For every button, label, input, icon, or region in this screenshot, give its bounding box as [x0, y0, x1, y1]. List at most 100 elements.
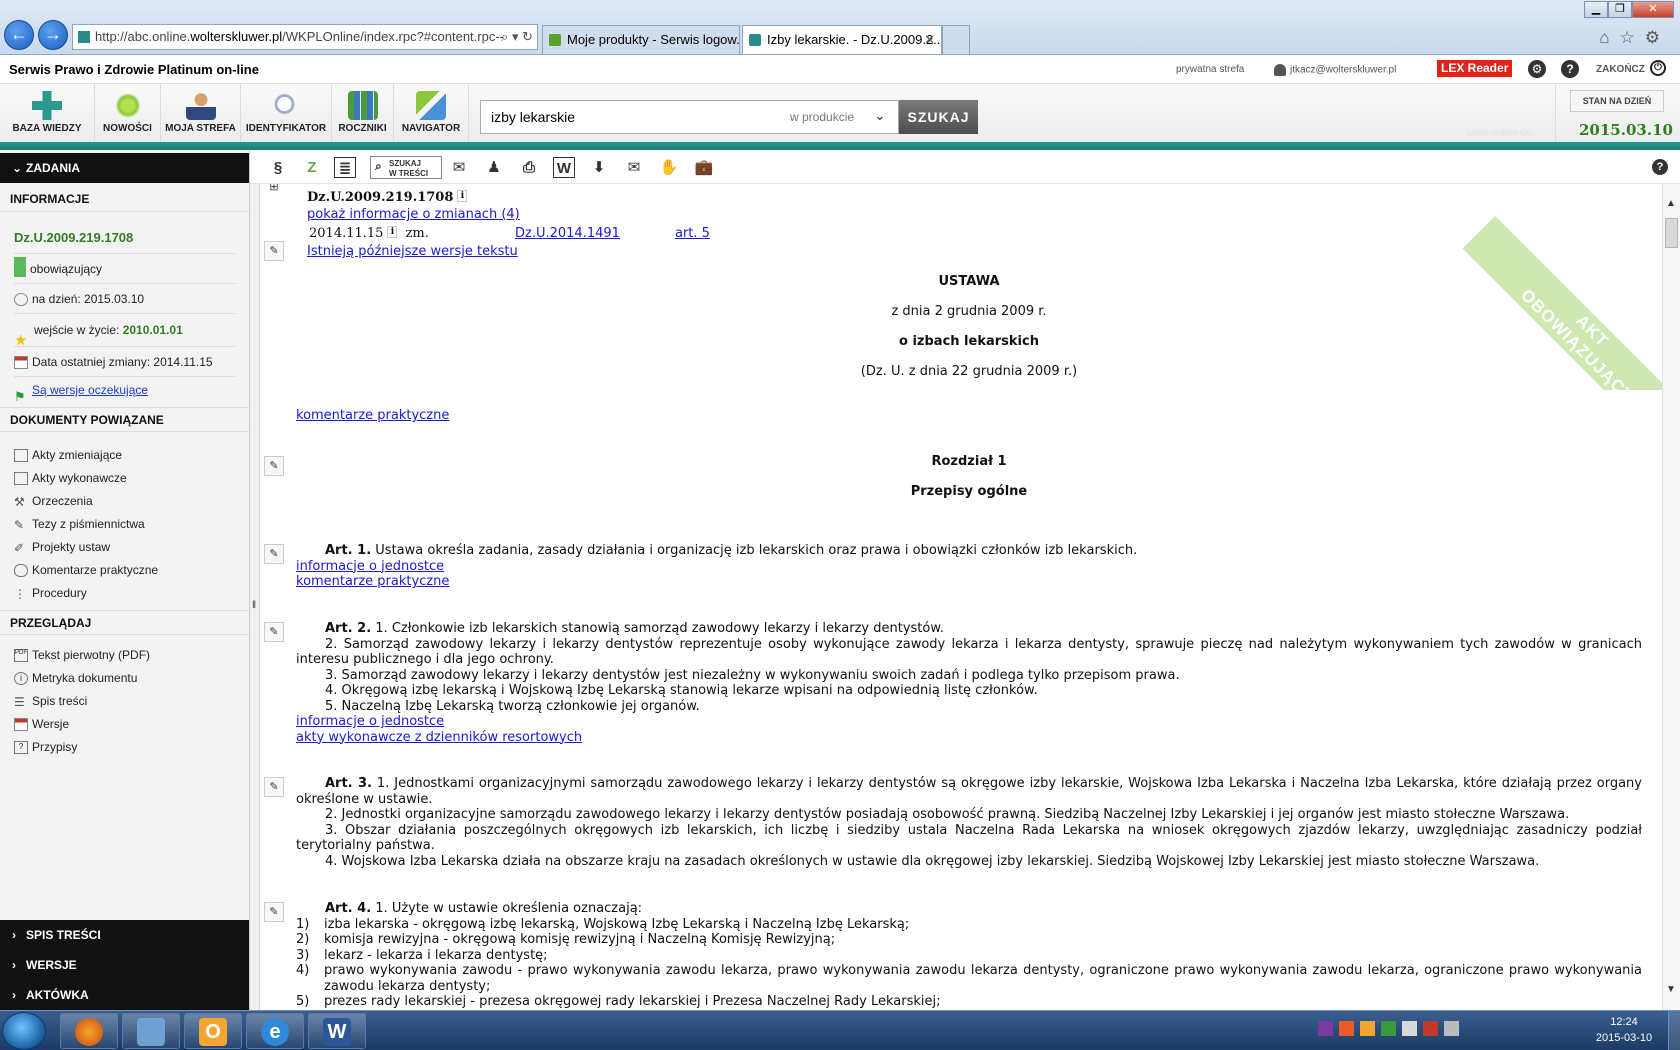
pending-versions-row[interactable]: ⚑ Są wersje oczekujące [14, 377, 236, 404]
maximize-icon[interactable]: ❐ [1608, 1, 1632, 18]
lex-reader-button[interactable]: LEX Reader [1437, 60, 1513, 77]
info-unit-link[interactable]: informacje o jednostce [296, 559, 444, 574]
power-icon[interactable]: ⏻ [1650, 60, 1666, 76]
annotate-icon[interactable]: ✎ [264, 241, 284, 261]
gear-icon[interactable]: ⚙ [1528, 60, 1546, 78]
close-icon[interactable]: ✕ [1632, 1, 1674, 18]
new-tab-button[interactable] [942, 25, 970, 54]
user-add-icon[interactable]: ♟ [483, 157, 505, 178]
identyfikator-button[interactable]: IDENTYFIKATOR [241, 84, 332, 142]
word-icon[interactable]: W [553, 157, 575, 178]
spis-tresci-panel[interactable]: › SPIS TREŚCI [0, 920, 249, 950]
scroll-thumb[interactable] [1665, 218, 1678, 248]
onenote-icon[interactable] [1318, 1021, 1333, 1036]
zadania-header[interactable]: ⌄ ZADANIA [0, 153, 249, 183]
network-icon[interactable] [1381, 1021, 1396, 1036]
sidebar-item-wersje[interactable]: Wersje [14, 717, 236, 732]
clock[interactable]: 12:24 2015-03-10 [1594, 1014, 1654, 1046]
favorites-icon[interactable]: ☆ [1620, 28, 1645, 47]
sidebar-item-akty-zmieniajace[interactable]: Akty zmieniające [14, 448, 236, 463]
download-icon[interactable]: ⬇ [588, 157, 610, 178]
paragraph-icon[interactable]: § [267, 157, 289, 178]
sidebar-item-procedury[interactable]: ⋮ Procedury [14, 586, 236, 601]
tab-izby-lekarskie[interactable]: Izby lekarskie. - Dz.U.2009.2... ✕ [742, 25, 942, 54]
taskbar-explorer[interactable] [122, 1013, 180, 1049]
search-input[interactable] [491, 107, 771, 127]
sidebar-item-akty-wykonawcze[interactable]: Akty wykonawcze [14, 471, 236, 486]
baza-wiedzy-button[interactable]: BAZA WIEDZY [0, 84, 95, 142]
annotate-icon[interactable]: ✎ [264, 777, 284, 797]
sidebar-item-metryka[interactable]: i Metryka dokumentu [14, 671, 236, 686]
resize-grip-icon[interactable]: ‖ [252, 600, 256, 611]
scroll-up-icon[interactable]: ▲ [1666, 198, 1676, 209]
sidebar-collapse-handle[interactable]: ◀ ‖ [250, 150, 260, 1010]
private-zone-link[interactable]: prywatna strefa [1176, 64, 1244, 75]
annotate-icon[interactable]: ✎ [264, 622, 284, 642]
info-icon[interactable]: i [457, 190, 468, 202]
volume-icon[interactable] [1402, 1021, 1417, 1036]
sidebar-item-tezy[interactable]: ✎ Tezy z piśmiennictwa [14, 517, 236, 532]
taskbar-word[interactable]: W [308, 1013, 366, 1049]
show-desktop-button[interactable] [1668, 1011, 1680, 1050]
show-changes-link[interactable]: pokaż informacje o zmianach (4) [307, 207, 520, 222]
scroll-down-icon[interactable]: ▼ [1666, 984, 1676, 995]
minimize-icon[interactable]: ▁ [1584, 1, 1608, 18]
sidebar-item-przypisy[interactable]: ? Przypisy [14, 740, 236, 755]
bookmark-add-icon[interactable]: ⊞ [264, 184, 284, 198]
sidebar-item-projekty[interactable]: ✐ Projekty ustaw [14, 540, 236, 555]
briefcase-icon[interactable]: 💼 [693, 157, 715, 178]
app-tray-icon[interactable] [1339, 1021, 1354, 1036]
home-icon[interactable]: ⌂ [1599, 28, 1619, 47]
moja-strefa-button[interactable]: MOJA STREFA [161, 84, 241, 142]
sidebar-item-orzeczenia[interactable]: ⚒ Orzeczenia [14, 494, 236, 509]
info-icon[interactable]: i [387, 226, 398, 238]
taskbar-outlook[interactable]: O [184, 1013, 242, 1049]
flag-tray-icon[interactable] [1444, 1021, 1459, 1036]
pending-versions-link[interactable]: Są wersje oczekujące [32, 383, 148, 397]
help-icon[interactable]: ? [1561, 60, 1579, 78]
commentary-link[interactable]: komentarze praktyczne [296, 574, 449, 589]
chevron-down-icon[interactable]: ⌄ [874, 107, 886, 124]
change-art-link[interactable]: art. 5 [675, 226, 710, 241]
date-button[interactable]: STAN NA DZIEŃ [1570, 90, 1664, 112]
start-button[interactable] [2, 1012, 46, 1050]
annotate-icon[interactable]: ✎ [264, 544, 284, 564]
annotate-icon[interactable]: ✎ [264, 902, 284, 922]
mail-icon[interactable]: ✉ [448, 157, 470, 178]
commentary-link[interactable]: komentarze praktyczne [296, 408, 449, 423]
search-in-text-button[interactable]: ⌕ SZUKAJ W TREŚCI [370, 156, 442, 179]
print-icon[interactable]: ⎙ [518, 157, 540, 178]
taskbar-firefox[interactable] [60, 1013, 118, 1049]
address-bar[interactable]: http://abc.online.wolterskluwer.pl/WKPLO… [72, 24, 538, 50]
info-unit-link[interactable]: informacje o jednostce [296, 714, 444, 729]
roczniki-button[interactable]: ROCZNIKI [332, 84, 394, 142]
email-send-icon[interactable]: ✉ [623, 157, 645, 178]
search-scope-select[interactable]: w produkcie [790, 110, 854, 124]
logout-link[interactable]: ZAKOŃCZ [1596, 64, 1645, 75]
nowosci-button[interactable]: NOWOŚCI [95, 84, 161, 142]
highlight-icon[interactable]: ✋ [658, 157, 680, 178]
user-link[interactable]: jtkacz@wolterskluwer.pl [1274, 64, 1396, 76]
forward-button[interactable]: → [38, 20, 68, 50]
settings-icon[interactable]: ⚙ [1645, 28, 1670, 47]
tab-close-icon[interactable]: ✕ [924, 26, 935, 54]
tab-moje-produkty[interactable]: Moje produkty - Serwis logow... [542, 25, 740, 54]
sidebar-item-komentarze[interactable]: Komentarze praktyczne [14, 563, 236, 578]
document-view-icon[interactable]: ≣ [334, 157, 356, 178]
exec-acts-link[interactable]: akty wykonawcze z dzienników resortowych [296, 730, 582, 745]
help-icon[interactable]: ? [1652, 159, 1668, 175]
vertical-scrollbar[interactable]: ▲ ▼ [1662, 184, 1680, 1010]
taskbar-ie[interactable]: e [246, 1013, 304, 1049]
later-versions-link[interactable]: Istnieją późniejsze wersje tekstu [307, 244, 518, 259]
outlook-tray-icon[interactable] [1360, 1021, 1375, 1036]
wersje-panel[interactable]: › WERSJE [0, 950, 249, 980]
aktowka-panel[interactable]: › AKTÓWKA [0, 980, 249, 1010]
change-ref-link[interactable]: Dz.U.2014.1491 [515, 226, 620, 241]
security-icon[interactable] [1423, 1021, 1438, 1036]
sidebar-item-spis-tresci[interactable]: ☰ Spis treści [14, 694, 236, 709]
navigator-button[interactable]: NAVIGATOR [394, 84, 469, 142]
search-button[interactable]: SZUKAJ [899, 100, 978, 134]
sidebar-item-tekst-pierwotny[interactable]: PDF Tekst pierwotny (PDF) [14, 648, 236, 663]
z-icon[interactable]: Z [301, 157, 323, 178]
address-tools[interactable]: ⌕ ▾ ↻ [501, 25, 533, 49]
